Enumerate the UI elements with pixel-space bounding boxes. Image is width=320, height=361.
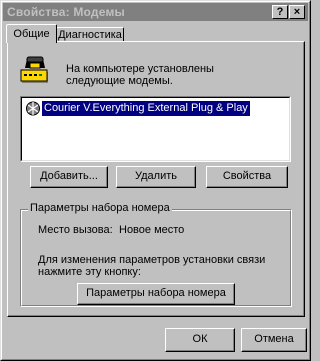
cancel-button-label: Отмена [254, 333, 294, 345]
modem-name: Courier V.Everything External Plug & Pla… [42, 101, 250, 116]
ok-button[interactable]: ОК [165, 328, 235, 352]
dialing-button-label: Параметры набора номера [86, 287, 226, 299]
modem-phone-icon [20, 56, 48, 83]
cancel-button[interactable]: Отмена [241, 328, 307, 352]
ok-button-label: ОК [192, 333, 208, 345]
intro-text-line1: На компьютере установлены [66, 63, 214, 75]
intro-text-line2: следующие модемы. [66, 75, 173, 87]
title-bar[interactable]: Свойства: Модемы ? × [3, 3, 308, 21]
modem-properties-dialog: Свойства: Модемы ? × Диагностика Общие Н… [0, 0, 311, 361]
active-tab-seam [7, 41, 56, 43]
help-button[interactable]: ? [272, 5, 288, 19]
close-button[interactable]: × [289, 5, 305, 19]
remove-button-label: Удалить [135, 170, 177, 182]
dialing-location-value: Новое место [119, 224, 185, 236]
remove-modem-button[interactable]: Удалить [116, 166, 196, 188]
close-icon: × [293, 6, 301, 18]
modem-list[interactable]: Courier V.Everything External Plug & Pla… [20, 96, 291, 162]
tab-diagnostics-label: Диагностика [58, 29, 122, 41]
tab-general-label: Общие [13, 28, 50, 40]
tab-diagnostics[interactable]: Диагностика [56, 27, 124, 42]
dialing-hint-line2: нажмите эту кнопку: [38, 266, 141, 278]
dialog-title: Свойства: Модемы [7, 5, 125, 19]
modem-device-icon [26, 101, 40, 116]
properties-button-label: Свойства [222, 170, 272, 182]
dialing-hint-line1: Для изменения параметров установки связи [38, 254, 266, 266]
help-icon: ? [276, 6, 284, 18]
dialing-location-label: Место вызова: [38, 224, 113, 236]
add-button-label: Добавить... [40, 170, 98, 182]
dialing-group-label: Параметры набора номера [28, 202, 172, 214]
dialing-properties-button[interactable]: Параметры набора номера [77, 283, 235, 305]
modem-properties-button[interactable]: Свойства [206, 166, 288, 188]
add-modem-button[interactable]: Добавить... [30, 166, 108, 188]
